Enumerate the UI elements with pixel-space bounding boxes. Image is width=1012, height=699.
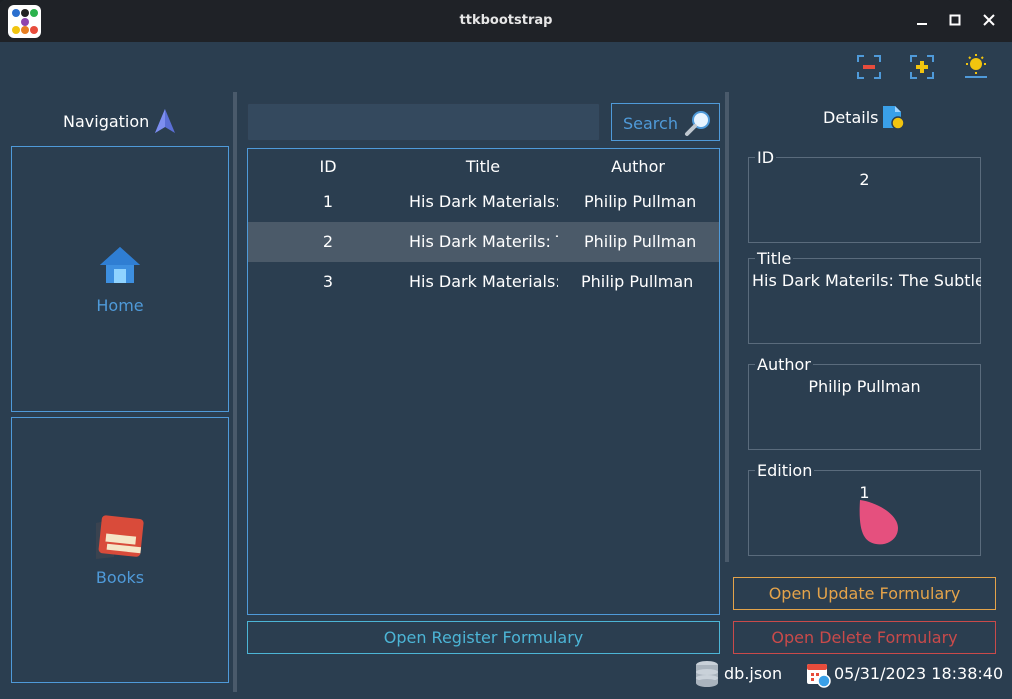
open-update-button[interactable]: Open Update Formulary [733,577,996,610]
table-row[interactable]: 3 His Dark Materials: Philip Pullman [248,262,719,302]
detail-value: 2 [859,170,870,189]
nav-divider [233,92,237,692]
cell-author: Philip Pullman [584,192,697,211]
datetime-label: 05/31/2023 18:38:40 [834,664,1004,683]
detail-label: Title [755,249,794,268]
open-delete-button[interactable]: Open Delete Formulary [733,621,996,654]
detail-value: Philip Pullman [808,377,921,396]
books-icon [94,513,146,565]
detail-label: Edition [755,461,815,480]
cell-title: His Dark Materils: T [409,232,558,251]
calendar-icon [805,660,831,692]
search-button-label: Search [623,114,678,133]
detail-field-title: Title His Dark Materils: The Subtle [748,249,981,344]
app-window: ttkbootstrap Navigation Home Books Searc… [0,0,1012,699]
books-table[interactable]: ID Title Author 1 His Dark Materials: Ph… [247,148,720,615]
navigation-title: Navigation [63,112,150,131]
sidebar-item-label: Books [95,568,145,587]
navigation-arrow-icon [153,108,177,138]
details-divider [725,92,729,562]
search-icon [684,109,712,141]
cell-id: 3 [322,272,334,291]
detail-label: ID [755,148,777,167]
table-row-selected[interactable]: 2 His Dark Materils: T Philip Pullman [248,222,719,262]
detail-value: His Dark Materils: The Subtle [752,271,981,290]
minimize-icon[interactable] [914,12,930,28]
cell-author: Philip Pullman [584,232,697,251]
sidebar-item-books[interactable]: Books [11,417,229,683]
window-title: ttkbootstrap [459,13,553,28]
maximize-icon[interactable] [947,12,963,28]
mouse-cursor-icon [856,496,902,552]
theme-toggle-icon[interactable] [961,52,991,82]
details-title: Details [823,108,879,127]
close-icon[interactable] [981,12,997,28]
search-button[interactable]: Search [611,103,720,141]
column-header-title[interactable]: Title [433,157,533,176]
detail-label: Author [755,355,813,374]
document-search-icon [881,104,907,136]
detail-field-author: Author Philip Pullman [748,355,981,450]
title-bar[interactable]: ttkbootstrap [0,0,1012,42]
table-row[interactable]: 1 His Dark Materials: Philip Pullman [248,182,719,222]
database-icon [694,660,720,692]
sidebar-item-home[interactable]: Home [11,146,229,412]
detail-field-id: ID 2 [748,148,981,243]
cell-id: 2 [322,232,334,251]
database-file-label: db.json [724,664,783,683]
cell-author: Philip Pullman [581,272,694,291]
cell-title: His Dark Materials: [409,272,558,291]
search-input[interactable] [247,103,600,141]
zoom-out-icon[interactable] [854,52,884,82]
column-header-author[interactable]: Author [588,157,688,176]
cell-id: 1 [322,192,334,211]
sidebar-item-label: Home [96,296,144,315]
home-icon [98,245,142,291]
open-register-button[interactable]: Open Register Formulary [247,621,720,654]
cell-title: His Dark Materials: [409,192,558,211]
column-header-id[interactable]: ID [308,157,348,176]
zoom-in-icon[interactable] [907,52,937,82]
